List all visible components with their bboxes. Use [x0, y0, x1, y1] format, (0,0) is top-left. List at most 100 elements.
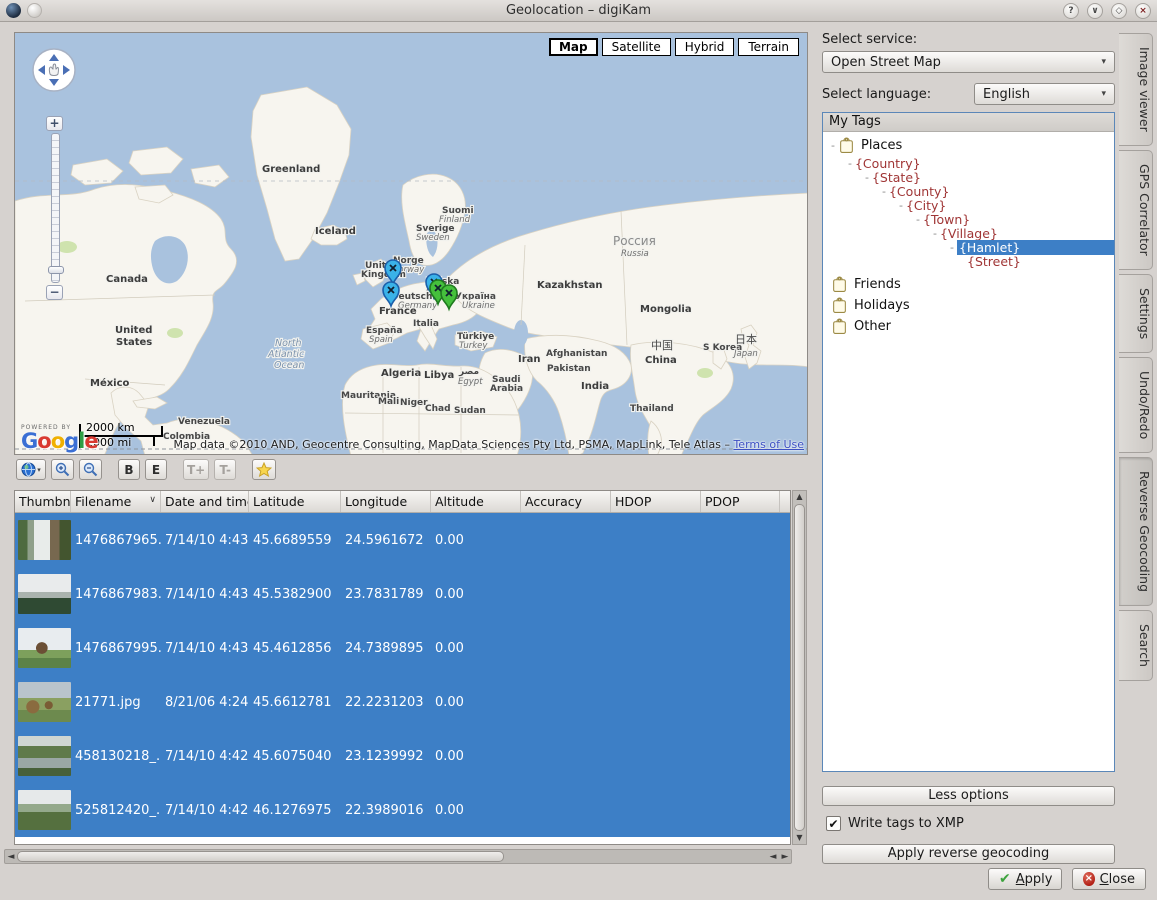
thumbnail-increase-button[interactable]: T+ — [183, 459, 209, 480]
zoom-out-icon — [83, 462, 98, 477]
tree-item-state[interactable]: -{State} — [823, 170, 1114, 184]
thumbnail-decrease-button[interactable]: T- — [214, 459, 236, 480]
close-button[interactable]: × Close — [1072, 868, 1146, 890]
table-row[interactable]: 525812420_...7/14/10 4:42...46.127697522… — [15, 783, 790, 837]
map-type-terrain[interactable]: Terrain — [738, 38, 799, 56]
table-row[interactable]: 1476867965...7/14/10 4:43...45.668955924… — [15, 513, 790, 567]
table-row[interactable]: 21771.jpg8/21/06 4:24...45.661278122.223… — [15, 675, 790, 729]
tree-item-city[interactable]: -{City} — [823, 198, 1114, 212]
table-horizontal-scrollbar[interactable]: ◄ ◄ ► — [4, 849, 792, 864]
cell-latitude: 46.1276975 — [249, 803, 341, 818]
vscroll-thumb[interactable] — [794, 504, 805, 831]
map-label: Canada — [106, 274, 148, 285]
scroll-up-icon[interactable]: ▲ — [796, 491, 802, 503]
zoom-out-button[interactable] — [79, 459, 102, 480]
table-row[interactable]: 1476867983...7/14/10 4:43...45.538290023… — [15, 567, 790, 621]
less-options-button[interactable]: Less options — [822, 786, 1115, 806]
zoom-in-button[interactable] — [51, 459, 74, 480]
right-sidebar-tabs: Image viewer GPS Correlator Settings Undo/R… — [1119, 33, 1156, 681]
zoom-in-plus-button[interactable]: + — [46, 116, 63, 131]
column-header-date-and-time[interactable]: Date and time — [161, 491, 249, 512]
column-header-longitude[interactable]: Longitude — [341, 491, 431, 512]
cell-longitude: 24.7389895 — [341, 641, 431, 656]
bookmarks-button[interactable] — [252, 459, 276, 480]
help-button[interactable]: ? — [1063, 3, 1079, 19]
tree-item-town[interactable]: -{Town} — [823, 212, 1114, 226]
cell-datetime: 7/14/10 4:42... — [161, 803, 249, 818]
cell-datetime: 7/14/10 4:43... — [161, 533, 249, 548]
tree-item-other[interactable]: Other — [823, 316, 1114, 337]
scroll-left-icon[interactable]: ◄ — [5, 852, 17, 862]
tree-expander-icon[interactable]: - — [882, 185, 886, 198]
apply-button[interactable]: ✔ Apply — [988, 868, 1062, 890]
tab-image-viewer[interactable]: Image viewer — [1119, 33, 1153, 146]
reverse-geocoding-panel: Select service: Open Street Map ▾ Select… — [822, 32, 1115, 105]
apply-reverse-geocoding-button[interactable]: Apply reverse geocoding — [822, 844, 1115, 864]
write-tags-row: ✔ Write tags to XMP — [826, 816, 964, 831]
chevron-down-icon: ▾ — [1101, 57, 1106, 67]
google-logo: POWERED BY Google — [21, 425, 98, 452]
map-view[interactable]: CanadaUnitedStatesMéxicoGreenlandIceland… — [14, 32, 808, 455]
tree-expander-icon[interactable]: - — [848, 157, 852, 170]
column-header-hdop[interactable]: HDOP — [611, 491, 701, 512]
scroll-right-icon[interactable]: ► — [779, 852, 791, 862]
tab-gps-correlator[interactable]: GPS Correlator — [1119, 150, 1153, 270]
column-header-pdop[interactable]: PDOP — [701, 491, 780, 512]
zoom-thumb[interactable] — [48, 266, 64, 274]
cell-datetime: 7/14/10 4:43... — [161, 641, 249, 656]
tree-expander-icon[interactable]: - — [933, 227, 937, 240]
table-row[interactable]: 1476867995...7/14/10 4:43...45.461285624… — [15, 621, 790, 675]
scroll-left2-icon[interactable]: ◄ — [767, 852, 779, 862]
tree-item-village[interactable]: -{Village} — [823, 226, 1114, 240]
tag-folder-icon — [831, 297, 848, 314]
map-label: France — [379, 306, 417, 317]
hscroll-thumb[interactable] — [17, 851, 504, 862]
column-header-altitude[interactable]: Altitude — [431, 491, 521, 512]
map-type-hybrid[interactable]: Hybrid — [675, 38, 735, 56]
tree-item-holidays[interactable]: Holidays — [823, 295, 1114, 316]
zoom-out-minus-button[interactable]: − — [46, 285, 63, 300]
tree-item-street[interactable]: {Street} — [823, 254, 1114, 268]
world-map: CanadaUnitedStatesMéxicoGreenlandIceland… — [15, 33, 808, 455]
map-type-map[interactable]: Map — [549, 38, 598, 56]
tree-expander-icon[interactable]: - — [899, 199, 903, 212]
tree-item-county[interactable]: -{County} — [823, 184, 1114, 198]
elevation-button[interactable]: E — [145, 459, 167, 480]
tree-item-friends[interactable]: Friends — [823, 274, 1114, 295]
close-window-button[interactable]: × — [1135, 3, 1151, 19]
tree-expander-icon[interactable]: - — [950, 241, 954, 254]
zoom-track[interactable] — [51, 133, 60, 283]
tree-expander-icon[interactable]: - — [831, 139, 835, 152]
bold-thumbnails-button[interactable]: B — [118, 459, 140, 480]
cell-altitude: 0.00 — [431, 803, 521, 818]
language-select[interactable]: English ▾ — [974, 83, 1115, 105]
tab-search[interactable]: Search — [1119, 610, 1153, 681]
map-zoom-slider[interactable]: + − — [46, 116, 64, 300]
tab-reverse-geocoding[interactable]: Reverse Geocoding — [1119, 457, 1153, 606]
column-header-thumbna[interactable]: Thumbna — [15, 491, 71, 512]
shade-button[interactable]: ∨ — [1087, 3, 1103, 19]
tree-item-places[interactable]: -Places — [823, 135, 1114, 156]
tree-expander-icon[interactable]: - — [916, 213, 920, 226]
terms-of-use-link[interactable]: Terms of Use — [733, 438, 804, 451]
write-tags-checkbox[interactable]: ✔ — [826, 816, 841, 831]
tab-undo-redo[interactable]: Undo/Redo — [1119, 357, 1153, 453]
map-backend-button[interactable]: ▾ — [16, 459, 46, 480]
column-header-filename[interactable]: Filename∨ — [71, 491, 161, 512]
scroll-down-icon[interactable]: ▼ — [796, 832, 802, 844]
map-pan-control[interactable] — [31, 47, 77, 93]
map-label: مصر — [458, 367, 479, 377]
column-header-accuracy[interactable]: Accuracy — [521, 491, 611, 512]
tree-expander-icon[interactable]: - — [865, 171, 869, 184]
column-header-latitude[interactable]: Latitude — [249, 491, 341, 512]
map-label: Iceland — [315, 226, 356, 237]
tree-item-hamlet[interactable]: -{Hamlet} — [823, 240, 1114, 254]
table-vertical-scrollbar[interactable]: ▲ ▼ — [792, 490, 807, 845]
tab-settings[interactable]: Settings — [1119, 274, 1153, 353]
cell-altitude: 0.00 — [431, 533, 521, 548]
service-select[interactable]: Open Street Map ▾ — [822, 51, 1115, 73]
table-row[interactable]: 458130218_...7/14/10 4:42...45.607504023… — [15, 729, 790, 783]
map-type-satellite[interactable]: Satellite — [602, 38, 671, 56]
maximize-button[interactable]: ◇ — [1111, 3, 1127, 19]
tree-item-country[interactable]: -{Country} — [823, 156, 1114, 170]
